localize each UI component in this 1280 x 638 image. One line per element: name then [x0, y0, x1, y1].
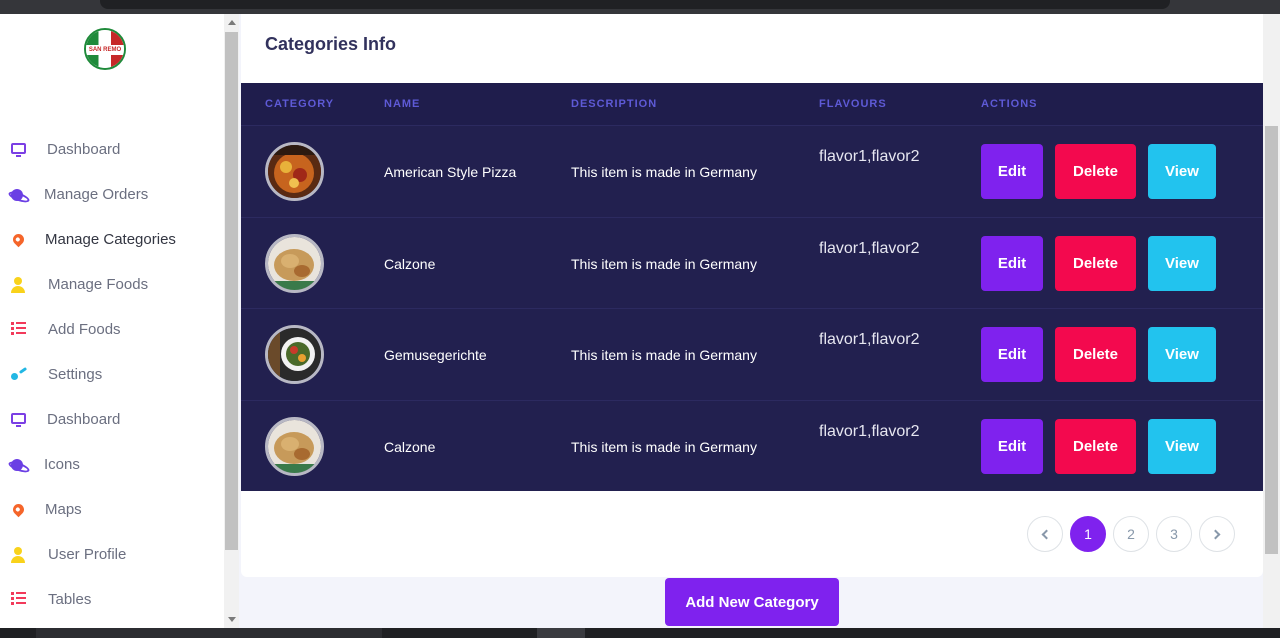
category-description: This item is made in Germany	[571, 255, 757, 272]
list-icon	[11, 321, 27, 338]
category-description: This item is made in Germany	[571, 164, 757, 180]
pagination-previous[interactable]	[1027, 516, 1063, 552]
edit-button[interactable]: Edit	[981, 144, 1043, 199]
sidebar-item-label: Tables	[48, 591, 92, 608]
table-row: American Style Pizza This item is made i…	[241, 125, 1263, 217]
brand-logo[interactable]: SAN REMO	[84, 28, 126, 70]
calzone-thumbnail	[265, 416, 324, 476]
sidebar-item-maps[interactable]: Maps	[0, 487, 224, 532]
category-flavours: flavor1,flavor2	[819, 331, 920, 348]
calzone-thumbnail	[265, 233, 324, 293]
categories-table: CATEGORY NAME DESCRIPTION FLAVOURS ACTIO…	[241, 83, 1263, 491]
sidebar-nav: Dashboard Manage Orders Manage Categorie…	[0, 127, 224, 622]
table-row: Calzone This item is made in Germany fla…	[241, 216, 1263, 309]
pagination: 1 2 3	[1027, 516, 1235, 552]
monitor-icon	[11, 143, 26, 157]
sidebar: SAN REMO Dashboard Manage Orders Manage …	[0, 14, 224, 628]
category-description: This item is made in Germany	[571, 347, 757, 363]
add-new-category-button[interactable]: Add New Category	[665, 578, 839, 626]
category-name: Calzone	[384, 438, 436, 455]
sidebar-item-manage-foods[interactable]: Manage Foods	[0, 262, 224, 307]
sidebar-item-manage-categories[interactable]: Manage Categories	[0, 217, 224, 262]
planet-icon	[11, 458, 23, 471]
page-scrollbar[interactable]	[1263, 14, 1280, 628]
column-header-name: NAME	[384, 98, 421, 110]
page-title: Categories Info	[265, 34, 397, 54]
user-icon	[11, 546, 27, 563]
vegetable-dish-thumbnail	[265, 325, 324, 384]
pin-icon	[10, 501, 27, 518]
sidebar-item-label: Dashboard	[47, 411, 121, 428]
edit-button[interactable]: Edit	[981, 327, 1043, 382]
view-button[interactable]: View	[1148, 144, 1216, 199]
scroll-up-arrow-icon[interactable]	[228, 20, 236, 25]
table-row: Gemusegerichte This item is made in Germ…	[241, 308, 1263, 400]
sidebar-item-label: User Profile	[48, 546, 127, 563]
category-name: American Style Pizza	[384, 164, 517, 180]
category-flavours: flavor1,flavor2	[819, 422, 920, 440]
address-bar[interactable]	[100, 0, 1170, 9]
pagination-page-1[interactable]: 1	[1070, 516, 1106, 552]
table-header: CATEGORY NAME DESCRIPTION FLAVOURS ACTIO…	[241, 83, 1263, 125]
sidebar-item-label: Icons	[44, 456, 80, 473]
planet-icon	[11, 188, 23, 201]
category-name: Gemusegerichte	[384, 347, 487, 363]
sidebar-item-label: Manage Foods	[48, 276, 149, 293]
sidebar-item-dashboard-2[interactable]: Dashboard	[0, 397, 224, 442]
sidebar-item-label: Manage Categories	[45, 231, 176, 248]
column-header-flavours: FLAVOURS	[819, 98, 887, 110]
sidebar-item-tables[interactable]: Tables	[0, 577, 224, 622]
chevron-left-icon	[1041, 529, 1052, 539]
sidebar-item-settings[interactable]: Settings	[0, 352, 224, 397]
delete-button[interactable]: Delete	[1055, 235, 1136, 291]
sidebar-item-label: Maps	[45, 501, 82, 518]
edit-button[interactable]: Edit	[981, 418, 1043, 474]
category-flavours: flavor1,flavor2	[819, 148, 920, 165]
sidebar-item-label: Settings	[48, 366, 103, 383]
pin-icon	[10, 231, 27, 248]
delete-button[interactable]: Delete	[1055, 418, 1136, 474]
sidebar-item-dashboard[interactable]: Dashboard	[0, 127, 224, 172]
table-row: Calzone This item is made in Germany fla…	[241, 399, 1263, 492]
category-name: Calzone	[384, 255, 436, 272]
column-header-actions: ACTIONS	[981, 98, 1038, 110]
sidebar-item-user-profile[interactable]: User Profile	[0, 532, 224, 577]
pagination-page-2[interactable]: 2	[1113, 516, 1149, 552]
category-description: This item is made in Germany	[571, 438, 757, 455]
list-icon	[11, 591, 27, 608]
chevron-right-icon	[1210, 529, 1221, 539]
settings-icon	[11, 367, 27, 383]
category-flavours: flavor1,flavor2	[819, 239, 920, 257]
categories-card: Categories Info CATEGORY NAME DESCRIPTIO…	[241, 14, 1263, 577]
view-button[interactable]: View	[1148, 327, 1216, 382]
monitor-icon	[11, 413, 26, 427]
taskbar	[0, 628, 1280, 638]
sidebar-item-label: Add Foods	[48, 321, 121, 338]
pagination-page-3[interactable]: 3	[1156, 516, 1192, 552]
sidebar-scrollbar[interactable]	[224, 14, 239, 628]
sidebar-scroll-thumb[interactable]	[225, 32, 238, 550]
browser-toolbar	[0, 0, 1280, 14]
sidebar-item-manage-orders[interactable]: Manage Orders	[0, 172, 224, 217]
sidebar-item-label: Dashboard	[47, 141, 121, 158]
sidebar-item-label: Manage Orders	[44, 186, 149, 203]
sidebar-item-add-foods[interactable]: Add Foods	[0, 307, 224, 352]
column-header-category: CATEGORY	[265, 98, 335, 110]
user-icon	[11, 276, 27, 293]
sidebar-item-icons[interactable]: Icons	[0, 442, 224, 487]
view-button[interactable]: View	[1148, 418, 1216, 474]
delete-button[interactable]: Delete	[1055, 327, 1136, 382]
edit-button[interactable]: Edit	[981, 235, 1043, 291]
page-scroll-thumb[interactable]	[1265, 126, 1278, 554]
pagination-next[interactable]	[1199, 516, 1235, 552]
pizza-thumbnail	[265, 142, 324, 201]
view-button[interactable]: View	[1148, 235, 1216, 291]
scroll-down-arrow-icon[interactable]	[228, 617, 236, 622]
column-header-description: DESCRIPTION	[571, 98, 658, 110]
delete-button[interactable]: Delete	[1055, 144, 1136, 199]
